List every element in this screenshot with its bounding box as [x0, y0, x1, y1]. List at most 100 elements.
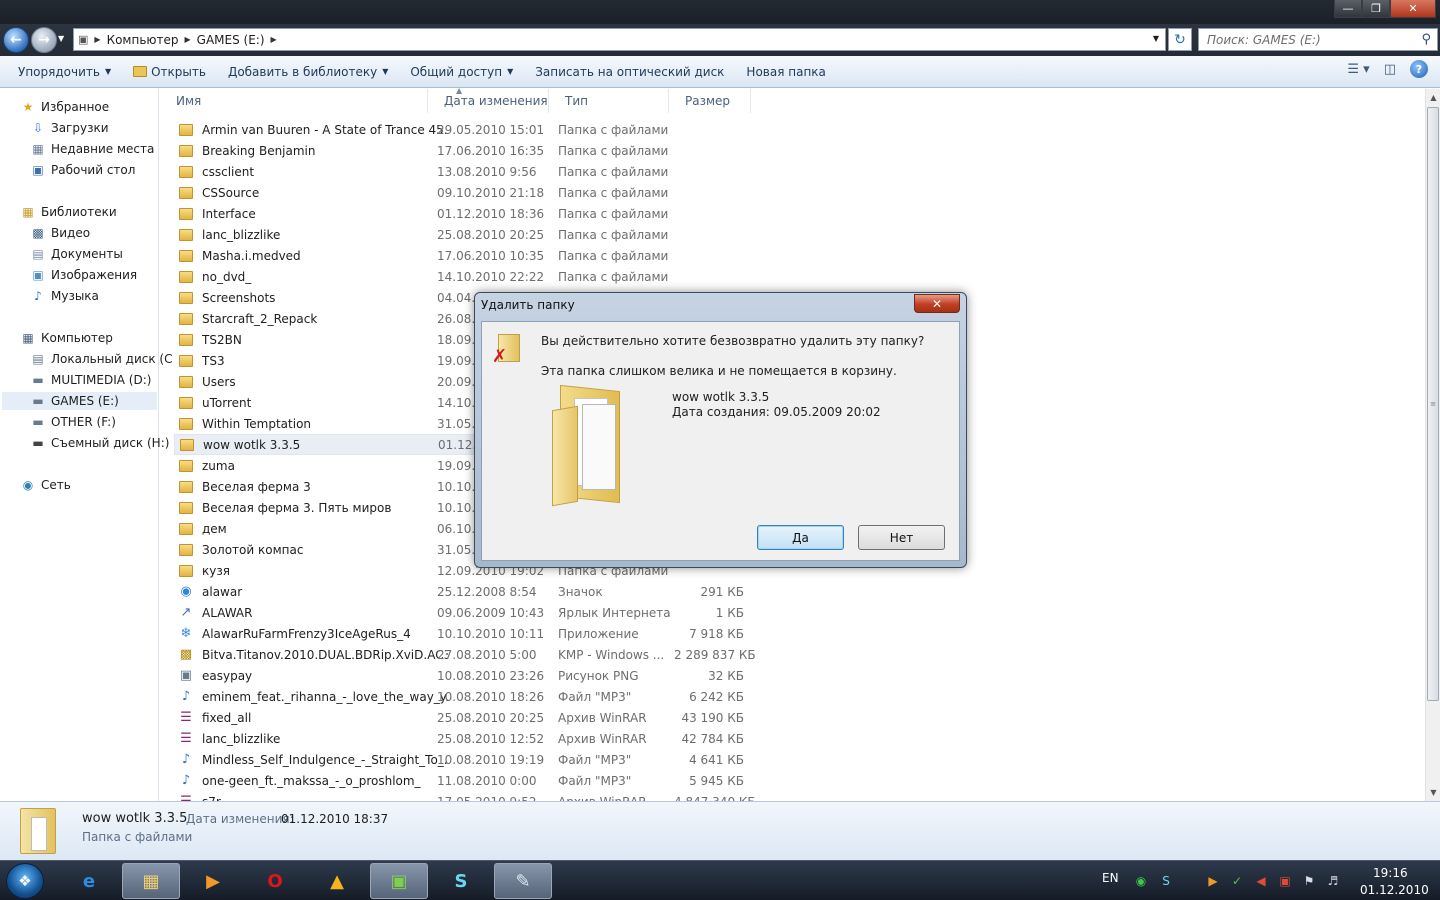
file-row[interactable]: ↗ ALAWAR 09.06.2009 10:43 Ярлык Интернета 1 …	[174, 602, 794, 623]
breadcrumb-chevron-icon[interactable]: ▶	[185, 35, 191, 44]
file-row[interactable]: ♪ one-geen_ft._makssa_-_o_proshlom_ 11.08.…	[174, 770, 794, 791]
file-row[interactable]: Armin van Buuren - A State of Trance 45.…	[174, 119, 794, 140]
taskbar-app-window[interactable]: ▣	[370, 863, 428, 899]
tray-network-warning-icon[interactable]: ▣	[1277, 873, 1293, 889]
nav-libraries[interactable]: ▦ Библиотеки	[20, 203, 116, 221]
column-header-label: Тип	[565, 94, 588, 108]
breadcrumb-chevron-icon[interactable]: ▶	[271, 35, 277, 44]
nav-desktop[interactable]: ▣ Рабочий стол	[30, 161, 135, 179]
forward-button[interactable]: →	[31, 27, 57, 53]
address-dropdown-icon[interactable]: ▼	[1153, 34, 1159, 43]
downloads-icon: ⇩	[32, 121, 44, 135]
column-header-size[interactable]: Размер	[669, 89, 751, 113]
search-icon[interactable]: ⚲	[1421, 32, 1431, 47]
file-type: Папка с файлами	[558, 122, 669, 137]
column-header-date[interactable]: Дата изменения	[428, 89, 549, 113]
yes-button[interactable]: Да	[757, 525, 844, 550]
file-row[interactable]: cssclient 13.08.2010 9:56 Папка с файлами	[174, 161, 794, 182]
help-icon[interactable]: ?	[1410, 60, 1428, 78]
scroll-down-arrow-icon[interactable]: ▼	[1426, 784, 1440, 801]
clock-time[interactable]: 19:16	[1373, 866, 1408, 880]
tray-volume-icon[interactable]: ♬	[1325, 873, 1341, 889]
no-button[interactable]: Нет	[858, 525, 945, 550]
nav-drive-h[interactable]: ▬ Съемный диск (H:)	[30, 434, 169, 452]
back-button[interactable]: ←	[3, 27, 29, 53]
folder-front-shape	[552, 405, 578, 507]
recent-pages-dropdown[interactable]: ▼	[58, 34, 64, 43]
taskbar-paint[interactable]: ✎	[494, 863, 552, 899]
column-header-name[interactable]: Имя	[160, 89, 428, 113]
taskbar-skype[interactable]: S	[432, 863, 490, 899]
nav-drive-c[interactable]: ▤ Локальный диск (C	[30, 350, 172, 368]
open-button[interactable]: Открыть	[125, 60, 214, 84]
breadcrumb-computer[interactable]: Компьютер	[107, 33, 179, 47]
file-row[interactable]: CSSource 09.10.2010 21:18 Папка с файлами	[174, 182, 794, 203]
nav-network[interactable]: ◉ Сеть	[20, 476, 71, 494]
add-to-library-button[interactable]: Добавить в библиотеку ▼	[220, 60, 396, 84]
file-row[interactable]: lanc_blizzlike 25.08.2010 20:25 Папка с фа…	[174, 224, 794, 245]
minimize-button[interactable]: —	[1334, 0, 1362, 18]
taskbar-media-player[interactable]: ▶	[184, 863, 242, 899]
column-header-type[interactable]: Тип	[549, 89, 669, 113]
tray-skype-icon[interactable]: S	[1158, 873, 1174, 889]
nav-documents[interactable]: ▤ Документы	[30, 245, 122, 263]
clock-date[interactable]: 01.12.2010	[1360, 883, 1429, 897]
close-window-button[interactable]: ✕	[1390, 0, 1436, 18]
nav-downloads[interactable]: ⇩ Загрузки	[30, 119, 109, 137]
file-row[interactable]: ☰ fixed_all 25.08.2010 20:25 Архив WinRAR 43…	[174, 707, 794, 728]
tray-arrow-icon[interactable]: ◀	[1253, 873, 1269, 889]
breadcrumb-drive[interactable]: GAMES (E:)	[197, 33, 265, 47]
file-row[interactable]: ❄ AlawarRuFarmFrenzy3IceAgeRus_4 10.10.201…	[174, 623, 794, 644]
nav-drive-e[interactable]: ▬ GAMES (E:)	[2, 392, 157, 410]
tray-icq-icon[interactable]: ◉	[1133, 873, 1149, 889]
nav-drive-f[interactable]: ▬ OTHER (F:)	[30, 413, 116, 431]
file-size: 6 242 КБ	[689, 689, 744, 704]
view-options-icon[interactable]: ☰ ▾	[1347, 62, 1369, 77]
taskbar-aimp[interactable]: ▲	[308, 863, 366, 899]
share-button[interactable]: Общий доступ ▼	[402, 60, 521, 84]
file-row[interactable]: no_dvd_ 14.10.2010 22:22 Папка с файлами	[174, 266, 794, 287]
organize-button[interactable]: Упорядочить ▼	[10, 60, 119, 84]
search-input[interactable]: Поиск: GAMES (E:) ⚲	[1198, 28, 1438, 51]
new-folder-button[interactable]: Новая папка	[738, 60, 833, 84]
file-row[interactable]: ♪ Mindless_Self_Indulgence_-_Straight_To_…	[174, 749, 794, 770]
folder-icon	[178, 353, 194, 369]
file-row[interactable]: ▣ easypay 10.08.2010 23:26 Рисунок PNG 32 КБ	[174, 665, 794, 686]
scrollbar-thumb[interactable]: ≡	[1427, 107, 1439, 701]
red-x-icon: ✗	[492, 346, 508, 367]
nav-drive-d[interactable]: ▬ MULTIMEDIA (D:)	[30, 371, 151, 389]
file-row[interactable]: ◉ alawar 25.12.2008 8:54 Значок 291 КБ	[174, 581, 794, 602]
nav-music[interactable]: ♪ Музыка	[30, 287, 99, 305]
address-bar[interactable]: ▣ ▶ Компьютер ▶ GAMES (E:) ▶ ▼	[73, 28, 1166, 51]
start-button[interactable]: ❖	[6, 863, 44, 899]
refresh-button[interactable]: ↻	[1168, 28, 1192, 51]
taskbar-internet-explorer[interactable]: e	[60, 863, 118, 899]
nav-images[interactable]: ▣ Изображения	[30, 266, 137, 284]
folder-icon	[178, 164, 194, 180]
language-indicator[interactable]: EN	[1102, 871, 1119, 885]
breadcrumb-chevron-icon[interactable]: ▶	[94, 35, 100, 44]
nav-recent-places[interactable]: ▦ Недавние места	[30, 140, 154, 158]
file-row[interactable]: ☰s7r17.05.2010 9:52Архив WinRAR4 847 340…	[174, 791, 794, 801]
taskbar-explorer[interactable]: ▦	[122, 863, 180, 899]
nav-computer[interactable]: ▦ Компьютер	[20, 329, 113, 347]
dialog-close-button[interactable]: ✕	[914, 294, 960, 313]
maximize-button[interactable]: ❐	[1362, 0, 1390, 18]
tray-media-icon[interactable]: ▶	[1205, 873, 1221, 889]
file-row[interactable]: Breaking Benjamin 17.06.2010 16:35 Папка с…	[174, 140, 794, 161]
tray-flag-icon[interactable]: ⚑	[1301, 873, 1317, 889]
file-row[interactable]: ☰ lanc_blizzlike 25.08.2010 12:52 Архив Win…	[174, 728, 794, 749]
file-row[interactable]: Interface 01.12.2010 18:36 Папка с файлами	[174, 203, 794, 224]
preview-pane-icon[interactable]: ◫	[1384, 62, 1396, 77]
file-row[interactable]: ♪ eminem_feat._rihanna_-_love_the_way_y..…	[174, 686, 794, 707]
folder-icon	[178, 563, 194, 579]
nav-favorites[interactable]: ★ Избранное	[20, 98, 110, 116]
file-row[interactable]: Masha.i.medved 17.06.2010 10:35 Папка с фа…	[174, 245, 794, 266]
tray-checkmark-icon[interactable]: ✓	[1229, 873, 1245, 889]
taskbar-opera[interactable]: O	[246, 863, 304, 899]
burn-disc-button[interactable]: Записать на оптический диск	[527, 60, 732, 84]
file-row[interactable]: ▩ Bitva.Titanov.2010.DUAL.BDRip.XviD.AC3.…	[174, 644, 794, 665]
nav-video[interactable]: ▩ Видео	[30, 224, 90, 242]
scroll-up-arrow-icon[interactable]: ▲	[1426, 89, 1440, 106]
vertical-scrollbar[interactable]: ▲ ≡ ▼	[1425, 89, 1440, 801]
